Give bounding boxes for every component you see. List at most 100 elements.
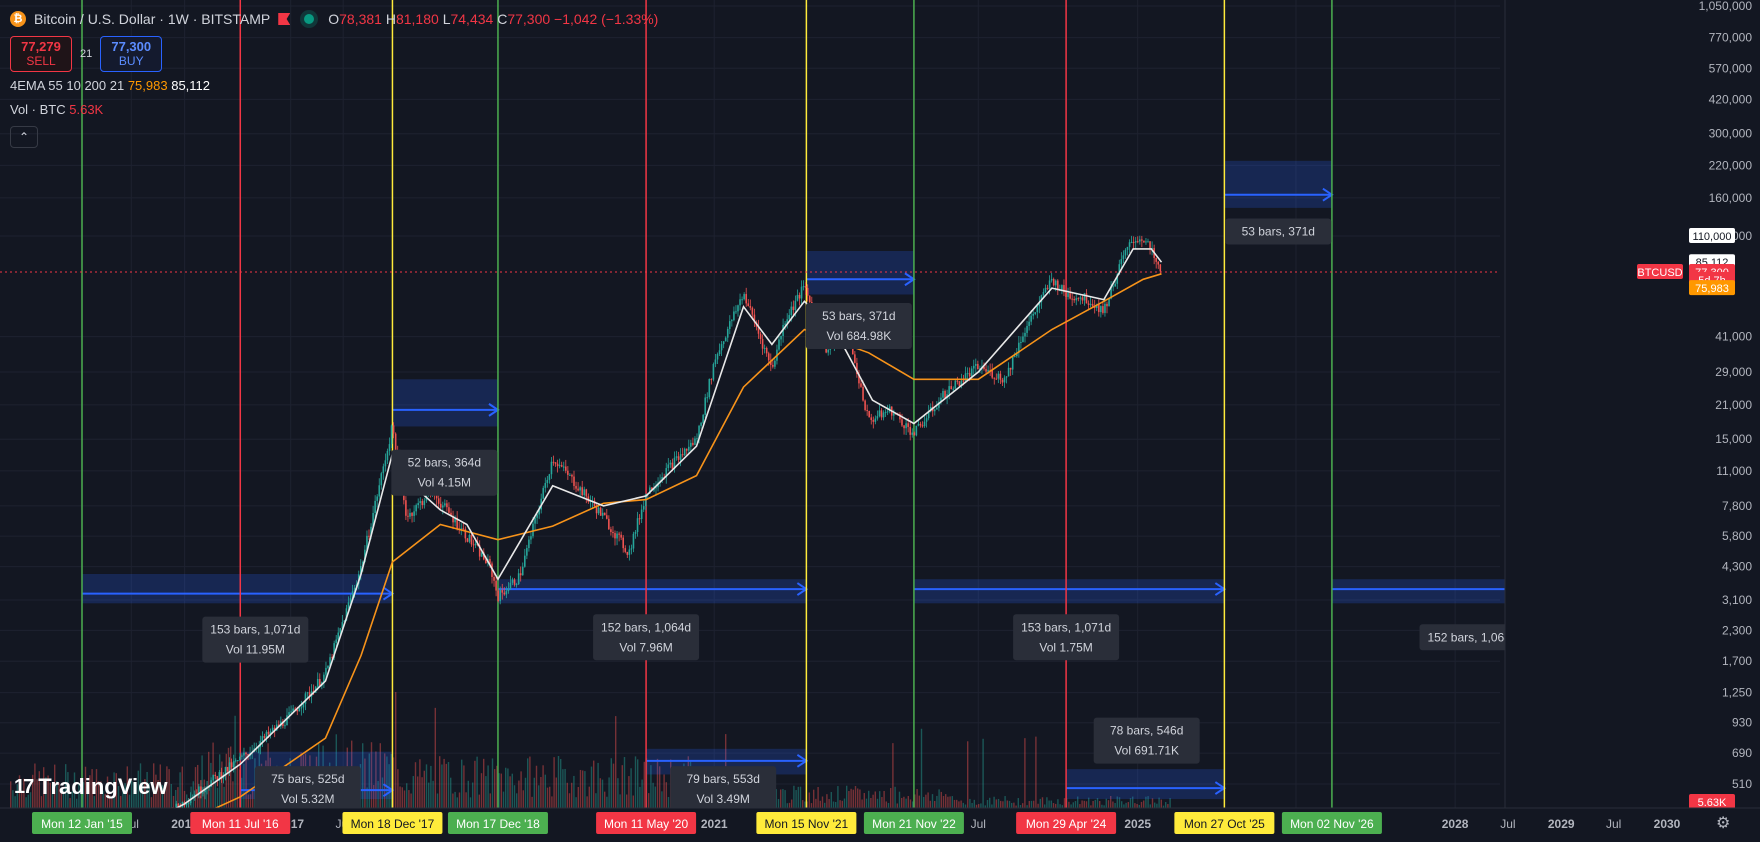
candle-body <box>560 465 563 467</box>
volume-bar <box>784 790 786 808</box>
volume-bar <box>623 757 626 808</box>
volume-bar <box>920 728 923 808</box>
volume-bar <box>518 780 520 808</box>
candle-body <box>761 339 764 349</box>
volume-bar <box>1033 800 1035 808</box>
candle-body <box>267 731 270 735</box>
price-axis-tick: 11,000 <box>1716 464 1752 478</box>
price-axis-tick: 1,050,000 <box>1699 0 1753 13</box>
volume-bar <box>1063 798 1066 808</box>
range-label-text: Vol 11.95M <box>226 643 285 657</box>
candle-body <box>921 425 924 427</box>
candle-body <box>1124 249 1127 256</box>
volume-bar <box>1074 801 1077 808</box>
volume-indicator-legend[interactable]: Vol · BTC 5.63K <box>10 102 658 120</box>
candle-body <box>550 461 553 475</box>
volume-bar <box>641 779 643 808</box>
volume-bar <box>1092 801 1094 808</box>
volume-bar <box>447 762 450 808</box>
candle-body <box>232 761 235 768</box>
volume-bar <box>896 803 898 808</box>
candle-body <box>780 336 782 340</box>
volume-bar <box>1127 802 1129 808</box>
volume-bar <box>929 800 931 808</box>
candle-body <box>284 725 286 727</box>
volume-bar <box>980 803 982 808</box>
volume-bar <box>1039 798 1041 808</box>
candle-body <box>380 473 383 486</box>
range-label-text: 153 bars, 1,071d <box>210 623 300 637</box>
volume-bar <box>417 776 419 808</box>
volume-bar <box>542 765 544 808</box>
candle-body <box>245 752 247 755</box>
candle-body <box>696 438 698 440</box>
sell-button[interactable]: 77,279 SELL <box>10 36 72 72</box>
tradingview-logo[interactable]: 17 TradingView <box>14 774 167 800</box>
volume-bar <box>608 777 610 808</box>
volume-bar <box>1052 803 1055 808</box>
candle-body <box>384 460 387 467</box>
volume-bar <box>817 787 819 808</box>
volume-bar <box>1059 804 1061 808</box>
candle-body <box>802 286 805 288</box>
candle-body <box>187 803 190 805</box>
candle-body <box>700 422 702 426</box>
volume-bar <box>469 797 472 808</box>
buy-button[interactable]: 77,300 BUY <box>100 36 163 72</box>
volume-bar <box>1107 800 1110 808</box>
volume-bar <box>1022 803 1024 808</box>
candle-body <box>519 573 522 576</box>
candle-body <box>1079 297 1082 299</box>
date-marker-label: Mon 15 Nov '21 <box>765 817 849 831</box>
candle-body <box>597 507 600 514</box>
candle-body <box>1009 367 1012 370</box>
ema-indicator-legend[interactable]: 4EMA 55 10 200 21 75,983 85,112 <box>10 78 658 96</box>
candle-body <box>729 321 731 329</box>
flag-icon[interactable] <box>278 13 291 25</box>
candle-body <box>1048 280 1051 289</box>
candle-body <box>942 390 944 398</box>
price-axis-tick: 930 <box>1732 716 1752 730</box>
candle-body <box>1075 298 1078 301</box>
gear-icon[interactable]: ⚙ <box>1716 813 1730 833</box>
candle-body <box>1089 303 1092 305</box>
volume-bar <box>586 796 588 808</box>
candle-body <box>407 515 409 517</box>
tradingview-icon: 17 <box>14 775 34 798</box>
candle-body <box>995 378 998 380</box>
volume-bar <box>443 758 445 808</box>
candle-body <box>507 588 510 592</box>
collapse-legend-button[interactable]: ⌃ <box>10 126 38 148</box>
volume-bar <box>604 791 606 808</box>
candle-body <box>614 533 616 539</box>
time-axis: Jul20162017Jul2021Jul2025Jul2028Jul2029J… <box>0 807 1760 842</box>
candle-body <box>726 328 729 338</box>
candle-body <box>626 551 629 555</box>
candle-body <box>712 364 715 380</box>
volume-bar <box>535 765 538 808</box>
candle-body <box>640 509 643 519</box>
candle-body <box>749 305 752 308</box>
candle-body <box>575 485 577 489</box>
candle-body <box>548 474 551 480</box>
volume-bar <box>1151 798 1154 808</box>
candle-body <box>542 487 545 499</box>
candle-body <box>774 360 776 367</box>
candle-body <box>901 419 903 426</box>
volume-bar <box>483 758 485 808</box>
volume-bar <box>934 800 936 808</box>
candle-body <box>765 347 768 354</box>
candle-body <box>692 442 694 445</box>
candle-body <box>1007 367 1010 377</box>
candle-body <box>234 760 237 762</box>
volume-bar <box>1165 802 1167 808</box>
volume-bar <box>978 804 980 808</box>
symbol-title[interactable]: Bitcoin / U.S. Dollar · 1W · BITSTAMP <box>34 11 270 27</box>
candle-body <box>577 488 579 491</box>
time-axis-tick: 2025 <box>1124 817 1151 831</box>
candle-body <box>1136 241 1139 243</box>
volume-bar <box>874 791 876 808</box>
volume-bar <box>566 782 568 808</box>
volume-bar <box>973 799 975 808</box>
time-axis-tick: 2029 <box>1548 817 1575 831</box>
